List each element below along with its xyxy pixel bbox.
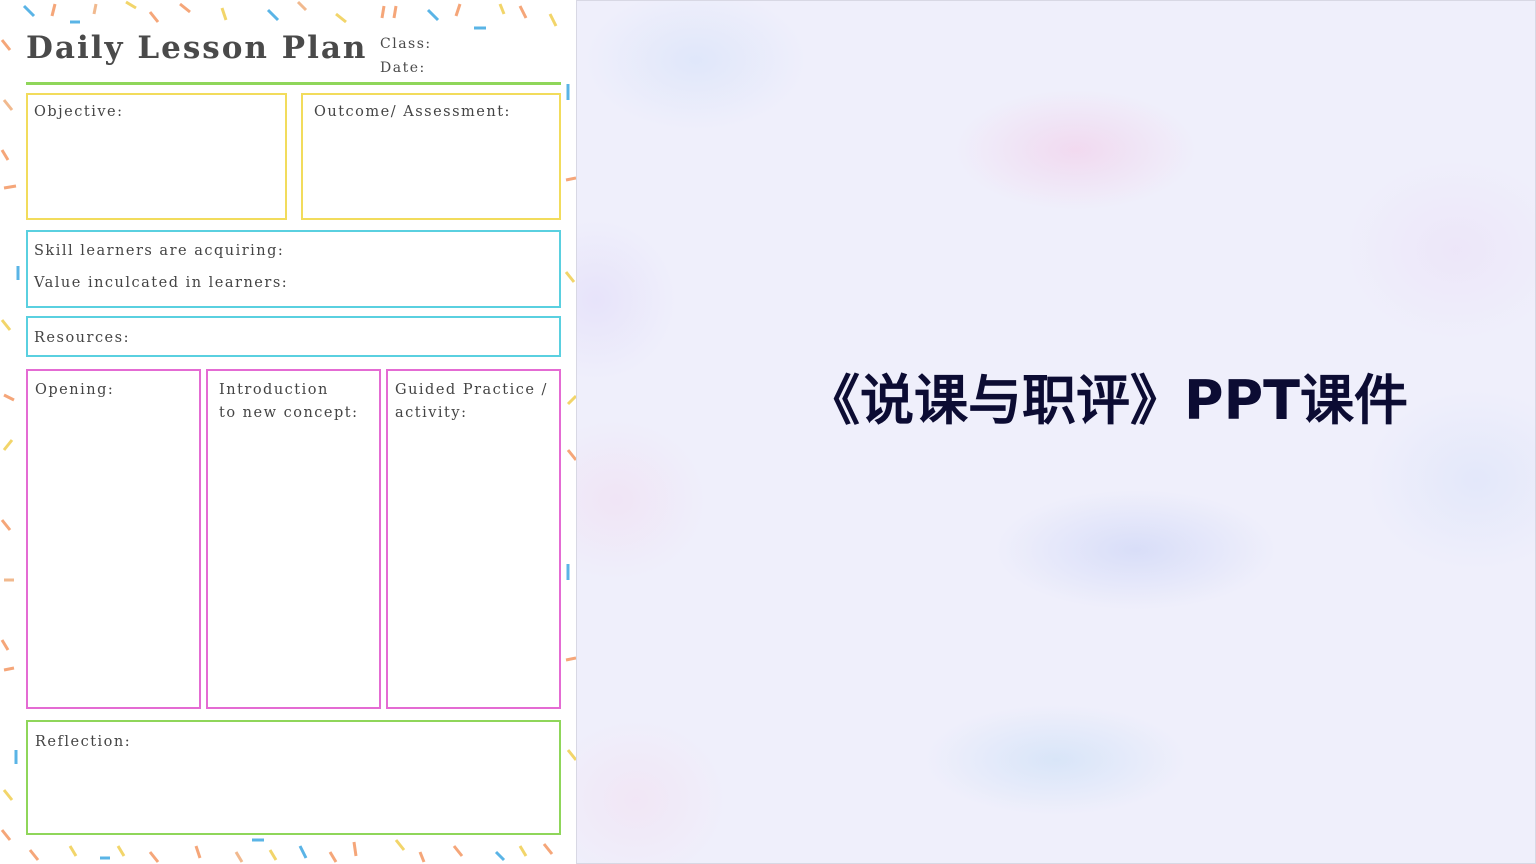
outcome-label: Outcome/ Assessment: [314,104,511,120]
resources-label: Resources: [34,330,130,346]
introduction-label: Introduction to new concept: [219,382,359,421]
title-divider [26,82,561,85]
guided-practice-label: Guided Practice / activity: [395,382,548,421]
skill-label: Skill learners are acquiring: [34,243,285,259]
value-label: Value inculcated in learners: [34,275,289,291]
title-slide: 《说课与职评》PPT课件 [576,0,1536,864]
reflection-box: Reflection: [26,720,561,835]
objective-box: Objective: [26,93,287,220]
introduction-box: Introduction to new concept: [206,369,381,709]
date-label: Date: [380,60,426,76]
objective-label: Objective: [34,104,124,120]
opening-label: Opening: [35,382,115,398]
reflection-label: Reflection: [35,734,132,750]
lesson-plan-sheet: Daily Lesson Plan Class: Date: Objective… [0,0,576,864]
guided-practice-box: Guided Practice / activity: [386,369,561,709]
lesson-plan-title: Daily Lesson Plan [26,30,368,66]
skills-box: Skill learners are acquiring: Value incu… [26,230,561,308]
class-label: Class: [380,36,432,52]
opening-box: Opening: [26,369,201,709]
slide-title: 《说课与职评》PPT课件 [806,369,1408,432]
outcome-box: Outcome/ Assessment: [301,93,561,220]
resources-box: Resources: [26,316,561,357]
